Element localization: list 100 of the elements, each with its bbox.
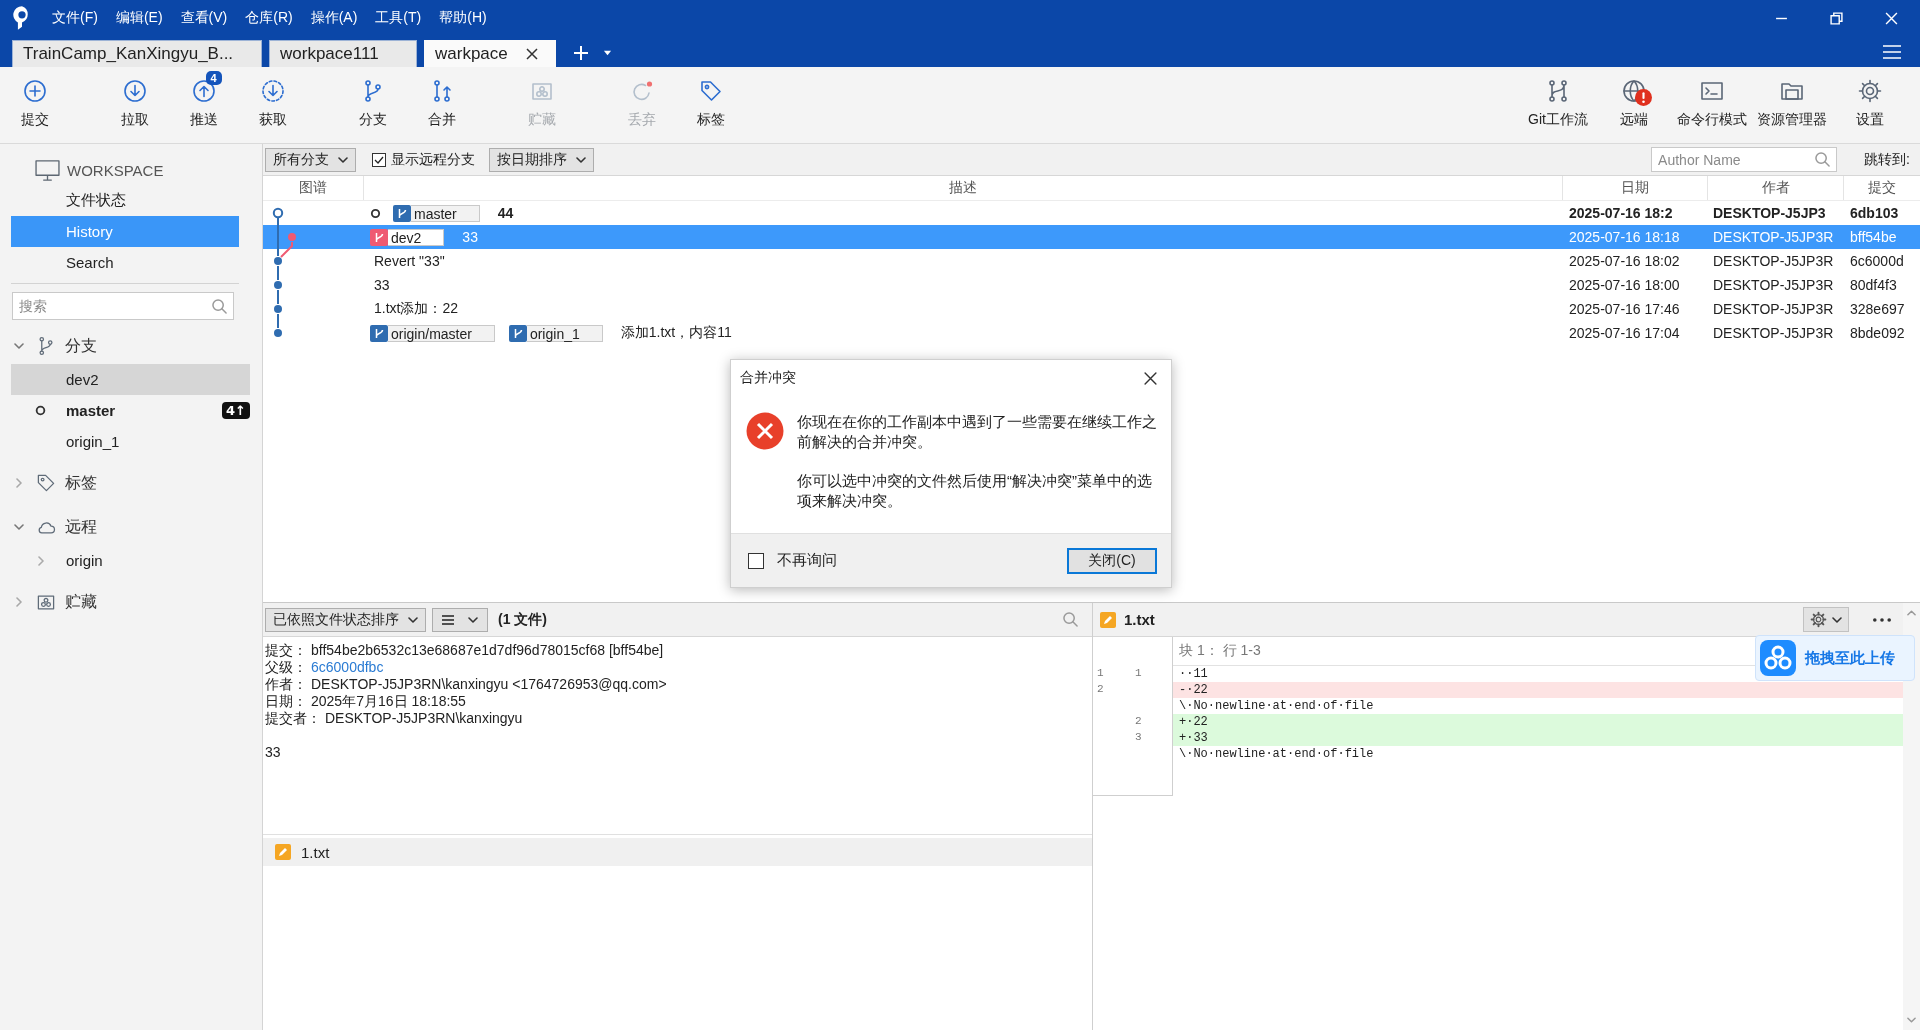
fetch-button[interactable]: 获取 <box>238 67 307 143</box>
commit-message: 33 <box>462 229 478 245</box>
menu-item[interactable]: 操作(A) <box>301 9 367 27</box>
git-flow-button[interactable]: Git工作流 <box>1522 67 1594 143</box>
column-header[interactable]: 描述 <box>363 176 1562 200</box>
branch-item[interactable]: master 4↑ <box>11 395 250 426</box>
branch-tag-label[interactable]: master <box>411 204 480 222</box>
close-dialog-button[interactable]: 关闭(C) <box>1067 547 1157 574</box>
menu-item[interactable]: 工具(T) <box>366 9 431 27</box>
scroll-down-icon[interactable] <box>1907 1017 1916 1023</box>
menu-item[interactable]: 查看(V) <box>171 9 237 27</box>
parent-commit-link[interactable]: 6c6000dfbc <box>311 659 384 676</box>
chevron-down-icon[interactable] <box>14 341 24 351</box>
menu-item[interactable]: 编辑(E) <box>106 9 172 27</box>
branch-tag-label[interactable]: dev2 <box>388 228 445 246</box>
branch-item[interactable]: origin <box>11 545 250 576</box>
branch-tag-label[interactable]: origin_1 <box>526 324 603 342</box>
workspace-item[interactable]: Search <box>11 247 239 278</box>
commit-button[interactable]: 提交 <box>0 67 69 143</box>
terminal-button[interactable]: 命令行模式 <box>1674 67 1750 143</box>
dont-ask-checkbox[interactable] <box>748 552 764 569</box>
commit-row[interactable]: 1.txt添加：22 2025-07-16 17:46 DESKTOP-J5JP3R 328e697 <box>263 297 1920 321</box>
file-count: (1 文件) <box>498 610 547 629</box>
column-header[interactable]: 日期 <box>1562 176 1707 200</box>
tag-icon <box>35 472 57 494</box>
diff-options-dropdown[interactable] <box>1803 607 1849 632</box>
settings-button[interactable]: 设置 <box>1834 67 1906 143</box>
sidebar-search-field[interactable]: 搜索 <box>12 292 234 320</box>
commit-author: DESKTOP-J5JP3R <box>1712 277 1835 293</box>
repository-tab[interactable]: TrainCamp_KanXingyu_B... <box>12 40 262 67</box>
menu-item[interactable]: 文件(F) <box>43 9 107 27</box>
line-number: 1 <box>1097 667 1104 679</box>
menu-icon[interactable] <box>1883 45 1901 59</box>
commit-hash: 6c6000d <box>1849 253 1905 269</box>
explorer-button[interactable]: 资源管理器 <box>1754 67 1830 143</box>
close-icon[interactable] <box>525 48 538 60</box>
show-remote-label[interactable]: 显示远程分支 <box>391 150 475 169</box>
commit-row[interactable]: origin/master origin_1 添加1.txt，内容11 2025-07-16 17:04 DESKTOP-J5JP3R 8bde092 <box>263 321 1920 345</box>
branch-button[interactable]: 分支 <box>338 67 407 143</box>
field-label: 提交者： <box>265 710 321 727</box>
sidebar-section-header[interactable]: 贮藏 <box>0 584 262 620</box>
close-icon[interactable] <box>1144 371 1157 385</box>
plus-icon[interactable] <box>573 45 589 61</box>
upload-drop-widget[interactable]: 拖拽至此上传 <box>1755 635 1915 681</box>
commit-author: DESKTOP-J5JP3R <box>1712 325 1835 341</box>
sort-order-dropdown[interactable]: 按日期排序 <box>489 147 594 172</box>
tag-button[interactable]: 标签 <box>676 67 745 143</box>
column-header[interactable]: 作者 <box>1707 176 1843 200</box>
column-header[interactable]: 提交 <box>1843 176 1920 200</box>
settings-icon <box>1810 611 1827 628</box>
line-number: 3 <box>1135 731 1142 743</box>
scroll-up-icon[interactable] <box>1907 610 1916 616</box>
branch-item[interactable]: dev2 <box>11 364 250 395</box>
file-row[interactable]: 1.txt <box>263 838 1092 866</box>
file-sort-dropdown[interactable]: 已依照文件状态排序 <box>265 607 426 632</box>
diff-file-name: 1.txt <box>1124 611 1155 628</box>
repository-tab[interactable]: workpace111 <box>269 40 417 67</box>
field-label: 作者： <box>265 676 307 693</box>
push-button[interactable]: 4 推送 <box>169 67 238 143</box>
sidebar-section-header[interactable]: 标签 <box>0 465 262 501</box>
column-header[interactable]: 图谱 <box>263 176 363 200</box>
commit-date: 2025-07-16 18:2 <box>1568 205 1674 221</box>
commit-row[interactable]: 33 2025-07-16 18:00 DESKTOP-J5JP3R 80df4f3 <box>263 273 1920 297</box>
merge-button[interactable]: 合并 <box>407 67 476 143</box>
sidebar-section-header[interactable]: 分支 <box>0 328 262 364</box>
commit-row[interactable]: dev2 33 2025-07-16 18:18 DESKTOP-J5JP3R bff54be <box>263 225 1920 249</box>
view-mode-dropdown[interactable] <box>432 607 488 632</box>
field-label: 提交： <box>265 642 307 659</box>
more-icon[interactable] <box>1873 617 1891 622</box>
field-value: DESKTOP-J5JP3RN\kanxingyu <1764726953@qq.com> <box>311 676 667 693</box>
commit-message: 44 <box>497 205 514 221</box>
branch-item[interactable]: origin_1 <box>11 426 250 457</box>
sidebar-section-header[interactable]: 远程 <box>0 509 262 545</box>
branch-filter-dropdown[interactable]: 所有分支 <box>265 147 356 172</box>
scrollbar[interactable] <box>1903 603 1920 1030</box>
commit-hash: 8bde092 <box>1849 325 1906 341</box>
pencil-file-icon <box>1100 611 1116 628</box>
pull-button[interactable]: 拉取 <box>100 67 169 143</box>
commit-message: Revert "33" <box>374 253 445 269</box>
line-number: 2 <box>1097 683 1104 695</box>
plus-circle-icon <box>21 78 48 104</box>
commit-row[interactable]: master 44 2025-07-16 18:2 DESKTOP-J5JP3 6db103 <box>263 201 1920 225</box>
dialog-message: 你现在在你的工作副本中遇到了一些需要在继续工作之前解决的合并冲突。 <box>797 412 1158 452</box>
menu-item[interactable]: 仓库(R) <box>236 9 302 27</box>
dont-ask-label[interactable]: 不再询问 <box>777 551 837 570</box>
workspace-item[interactable]: 文件状态 <box>11 185 239 216</box>
show-remote-checkbox[interactable] <box>372 152 386 167</box>
pencil-file-icon <box>275 844 291 860</box>
repository-tab[interactable]: warkpace <box>424 40 556 67</box>
field-label: 日期： <box>265 693 307 710</box>
commit-row[interactable]: Revert "33" 2025-07-16 18:02 DESKTOP-J5JP3R 6c6000d <box>263 249 1920 273</box>
author-search-field[interactable]: Author Name <box>1651 147 1838 172</box>
chevron-down-icon[interactable] <box>14 522 24 532</box>
menu-item[interactable]: 帮助(H) <box>430 9 496 27</box>
caret-down-icon[interactable] <box>603 50 612 56</box>
remote-button[interactable]: 远端 <box>1598 67 1670 143</box>
commit-hash: 328e697 <box>1849 301 1906 317</box>
count-badge: 4 <box>205 71 222 85</box>
restore-icon[interactable] <box>1830 11 1843 25</box>
branch-tag-label[interactable]: origin/master <box>388 324 495 342</box>
